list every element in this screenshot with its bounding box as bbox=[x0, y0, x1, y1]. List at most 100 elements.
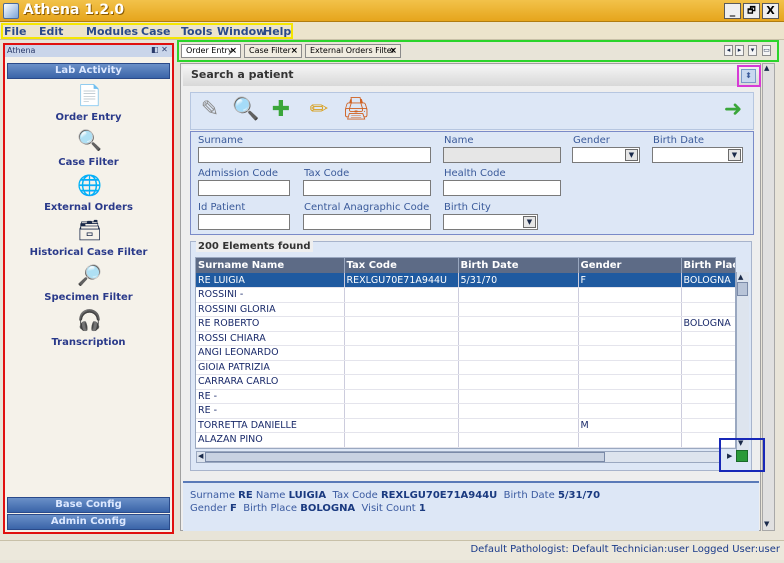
table-cell bbox=[344, 403, 459, 419]
table-cell bbox=[458, 345, 579, 361]
sidebar-item-external-orders[interactable]: External Orders bbox=[7, 202, 170, 213]
table-cell bbox=[681, 389, 735, 404]
go-arrow-icon[interactable]: ➜ bbox=[720, 97, 746, 123]
tab-order-entry[interactable]: Order Entry × bbox=[181, 44, 241, 58]
table-row[interactable]: GIOIA PATRIZIA bbox=[196, 360, 735, 375]
print-icon[interactable]: 🖨 bbox=[342, 97, 370, 123]
table-cell bbox=[578, 331, 682, 346]
menu-case[interactable]: Case bbox=[141, 25, 171, 38]
table-cell bbox=[344, 287, 459, 303]
table-cell bbox=[344, 418, 459, 433]
scroll-up-icon[interactable]: ▲ bbox=[764, 64, 769, 72]
menu-modules[interactable]: Modules bbox=[86, 25, 138, 38]
table-cell bbox=[578, 432, 682, 448]
tab-external-orders-filter[interactable]: External Orders Filter × bbox=[305, 44, 401, 58]
admin-config-button[interactable]: Admin Config bbox=[7, 514, 170, 530]
close-button[interactable]: X bbox=[762, 3, 779, 19]
column-header[interactable]: Birth Date bbox=[458, 258, 579, 273]
surname-input[interactable] bbox=[198, 147, 431, 163]
results-vertical-scrollbar[interactable] bbox=[736, 272, 749, 451]
name-input[interactable] bbox=[443, 147, 561, 163]
headphones-icon[interactable]: 🎧 bbox=[77, 308, 102, 332]
detail-name-label: Name bbox=[255, 490, 286, 501]
sidebar-item-specimen-filter[interactable]: Specimen Filter bbox=[7, 292, 170, 303]
health-code-input[interactable] bbox=[443, 180, 561, 196]
table-row[interactable]: ROSSINI - bbox=[196, 287, 735, 303]
sidebar-item-historical-case-filter[interactable]: Historical Case Filter bbox=[7, 247, 170, 258]
tax-code-input[interactable] bbox=[303, 180, 431, 196]
menu-file[interactable]: File bbox=[4, 25, 27, 38]
sidebar-item-transcription[interactable]: Transcription bbox=[7, 337, 170, 348]
tab-next-icon[interactable]: ▸ bbox=[735, 45, 744, 56]
menu-tools[interactable]: Tools bbox=[181, 25, 212, 38]
tab-label: External Orders Filter bbox=[310, 46, 395, 55]
column-header[interactable]: Birth Place bbox=[681, 258, 735, 273]
table-cell: RE ROBERTO bbox=[196, 316, 345, 332]
minimize-button[interactable]: _ bbox=[724, 3, 741, 19]
table-cell bbox=[578, 316, 682, 332]
table-cell bbox=[458, 432, 579, 448]
search-icon[interactable]: 🔍 bbox=[232, 97, 259, 123]
specimen-search-icon[interactable]: 🔎 bbox=[77, 263, 102, 287]
sidebar-item-order-entry[interactable]: Order Entry bbox=[7, 112, 170, 123]
results-scroll-left-icon[interactable]: ◀ bbox=[198, 452, 203, 460]
table-row[interactable]: RE ROBERTO BOLOGNA bbox=[196, 316, 735, 332]
order-entry-icon[interactable]: 📄 bbox=[77, 83, 102, 107]
surname-label: Surname bbox=[198, 135, 243, 146]
base-config-button[interactable]: Base Config bbox=[7, 497, 170, 513]
results-horizontal-thumb[interactable] bbox=[205, 452, 605, 462]
table-row[interactable]: RE - bbox=[196, 403, 735, 419]
table-cell bbox=[458, 360, 579, 375]
id-patient-input[interactable] bbox=[198, 214, 290, 230]
table-row[interactable]: ALAZAN PINO bbox=[196, 432, 735, 448]
table-cell bbox=[344, 389, 459, 404]
maximize-button[interactable]: 🗗 bbox=[743, 3, 760, 19]
table-row[interactable]: ROSSINI GLORIA bbox=[196, 302, 735, 317]
menu-edit[interactable]: Edit bbox=[39, 25, 63, 38]
lab-activity-header[interactable]: Lab Activity bbox=[7, 63, 170, 79]
results-vertical-thumb[interactable] bbox=[737, 282, 748, 296]
table-row[interactable]: CARRARA CARLO bbox=[196, 374, 735, 390]
results-scroll-up-icon[interactable]: ▲ bbox=[738, 273, 743, 281]
tab-close-icon[interactable]: × bbox=[389, 45, 397, 57]
central-code-input[interactable] bbox=[303, 214, 431, 230]
table-row[interactable]: TORRETTA DANIELLE M bbox=[196, 418, 735, 433]
tab-case-filter[interactable]: Case Filter × bbox=[244, 44, 302, 58]
tab-maximize-icon[interactable]: ▭ bbox=[762, 45, 771, 56]
birth-city-select[interactable]: ▼ bbox=[443, 214, 538, 230]
birth-date-select[interactable]: ▼ bbox=[652, 147, 743, 163]
collapse-toggle-icon[interactable]: ⬍ bbox=[741, 69, 756, 83]
admission-code-input[interactable] bbox=[198, 180, 290, 196]
column-header[interactable]: Tax Code bbox=[344, 258, 459, 273]
magnifier-icon[interactable]: 🔍 bbox=[77, 128, 102, 152]
table-row[interactable]: ROSSI CHIARA bbox=[196, 331, 735, 346]
menu-window[interactable]: Window bbox=[217, 25, 266, 38]
column-header[interactable]: Surname Name bbox=[196, 258, 345, 273]
pencil-icon[interactable]: ✏ bbox=[306, 97, 332, 123]
tab-close-icon[interactable]: × bbox=[290, 45, 298, 57]
tab-prev-icon[interactable]: ◂ bbox=[724, 45, 733, 56]
gender-select[interactable]: ▼ bbox=[572, 147, 640, 163]
table-row[interactable]: RE LUIGIA REXLGU70E71A944U 5/31/70 F BOLOGNA bbox=[196, 273, 735, 288]
scroll-down-icon[interactable]: ▼ bbox=[764, 520, 769, 528]
table-body: RE LUIGIA REXLGU70E71A944U 5/31/70 F BOLOGNA… bbox=[196, 273, 735, 448]
results-table[interactable]: Surname Name Tax Code Birth Date Gender Birt… bbox=[195, 257, 736, 449]
tab-list-icon[interactable]: ▾ bbox=[748, 45, 757, 56]
sidebar-header-controls[interactable]: ◧ ✕ bbox=[151, 45, 168, 54]
table-row[interactable]: ANGI LEONARDO bbox=[196, 345, 735, 361]
table-cell: ANGI LEONARDO bbox=[196, 345, 345, 361]
menu-help[interactable]: Help bbox=[263, 25, 291, 38]
sidebar-item-case-filter[interactable]: Case Filter bbox=[7, 157, 170, 168]
table-row[interactable]: RE - bbox=[196, 389, 735, 404]
health-code-label: Health Code bbox=[444, 168, 506, 179]
table-cell bbox=[458, 389, 579, 404]
eraser-icon[interactable]: ✎ bbox=[197, 97, 223, 123]
archive-icon[interactable]: 🗃 bbox=[77, 218, 102, 242]
globe-icon[interactable]: 🌐 bbox=[77, 173, 102, 197]
add-icon[interactable]: ✚ bbox=[268, 97, 294, 123]
table-cell: ROSSI CHIARA bbox=[196, 331, 345, 346]
tab-close-icon[interactable]: × bbox=[229, 45, 237, 57]
column-header[interactable]: Gender bbox=[578, 258, 682, 273]
dropdown-arrow-icon: ▼ bbox=[523, 216, 536, 228]
export-icon[interactable] bbox=[736, 450, 748, 462]
